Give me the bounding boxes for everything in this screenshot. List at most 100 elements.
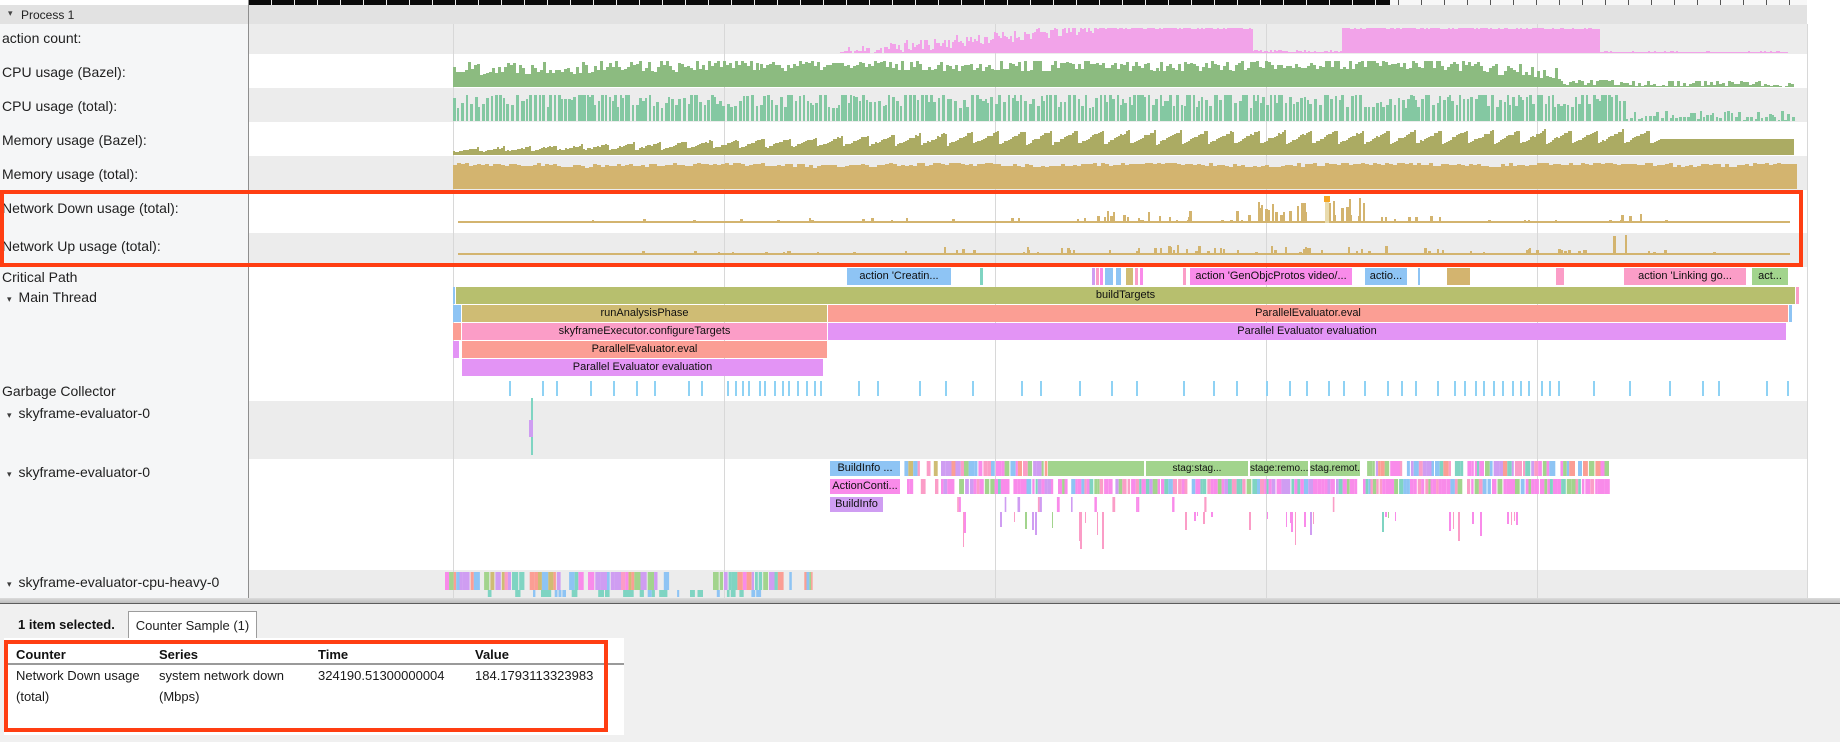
- trace-sliver[interactable]: [974, 461, 977, 476]
- trace-sliver[interactable]: [445, 572, 449, 590]
- trace-sliver[interactable]: [1136, 479, 1139, 494]
- trace-sliver[interactable]: [1471, 461, 1473, 476]
- trace-sliver[interactable]: [1471, 479, 1473, 494]
- trace-sliver[interactable]: [747, 572, 752, 590]
- trace-sliver[interactable]: [1585, 479, 1590, 494]
- trace-sliver[interactable]: [621, 572, 625, 590]
- trace-sliver[interactable]: [1363, 479, 1366, 494]
- trace-sliver[interactable]: [1257, 479, 1260, 494]
- trace-sliver[interactable]: [1119, 479, 1123, 494]
- trace-sliver[interactable]: [664, 572, 669, 590]
- trace-sliver[interactable]: [1376, 461, 1378, 476]
- trace-span[interactable]: [1135, 268, 1138, 285]
- trace-sliver[interactable]: [1168, 479, 1173, 494]
- trace-sliver[interactable]: [990, 479, 994, 494]
- trace-sliver[interactable]: [1583, 461, 1588, 476]
- trace-sliver[interactable]: [1047, 479, 1051, 494]
- trace-sliver[interactable]: [1005, 479, 1010, 494]
- trace-span[interactable]: [1140, 268, 1143, 285]
- trace-sliver[interactable]: [490, 572, 494, 590]
- trace-sliver[interactable]: [1467, 479, 1470, 494]
- trace-sliver[interactable]: [631, 572, 634, 590]
- trace-sliver[interactable]: [1366, 479, 1369, 494]
- trace-sliver[interactable]: [1025, 479, 1027, 494]
- trace-sliver[interactable]: [1195, 479, 1200, 494]
- trace-sliver[interactable]: [957, 497, 959, 512]
- trace-span[interactable]: skyframeExecutor.configureTargets: [462, 323, 827, 340]
- trace-sliver[interactable]: [1158, 479, 1160, 494]
- trace-sliver[interactable]: [555, 590, 558, 597]
- trace-sliver[interactable]: [1507, 461, 1512, 476]
- trace-sliver[interactable]: [605, 590, 610, 597]
- trace-sliver[interactable]: [1040, 497, 1042, 512]
- trace-sliver[interactable]: [1525, 461, 1530, 476]
- trace-sliver[interactable]: [557, 572, 561, 590]
- trace-sliver[interactable]: [713, 572, 719, 590]
- trace-sliver[interactable]: [1078, 479, 1082, 494]
- trace-sliver[interactable]: [598, 590, 604, 597]
- trace-sliver[interactable]: [941, 461, 946, 476]
- trace-sliver[interactable]: [1115, 479, 1118, 494]
- trace-sliver[interactable]: [1286, 479, 1290, 494]
- trace-sliver[interactable]: [1567, 461, 1569, 476]
- trace-sliver[interactable]: [1535, 479, 1539, 494]
- trace-sliver[interactable]: [1477, 461, 1479, 476]
- trace-sliver[interactable]: [454, 572, 456, 590]
- trace-sliver[interactable]: [717, 590, 720, 597]
- trace-sliver[interactable]: [965, 479, 969, 494]
- trace-sliver[interactable]: [934, 461, 938, 476]
- trace-sliver[interactable]: [1390, 461, 1396, 476]
- trace-sliver[interactable]: [641, 572, 647, 590]
- trace-sliver[interactable]: [546, 590, 551, 597]
- trace-sliver[interactable]: [1396, 461, 1400, 476]
- trace-sliver[interactable]: [1200, 479, 1202, 494]
- trace-tick[interactable]: [529, 420, 533, 437]
- trace-sliver[interactable]: [729, 572, 732, 590]
- trace-sliver[interactable]: [1036, 479, 1038, 494]
- trace-sliver[interactable]: [1373, 461, 1375, 476]
- trace-span[interactable]: BuildInfo ...: [830, 461, 900, 476]
- trace-sliver[interactable]: [927, 461, 931, 476]
- trace-sliver[interactable]: [910, 479, 914, 494]
- trace-sliver[interactable]: [1100, 479, 1104, 494]
- trace-sliver[interactable]: [1240, 479, 1242, 494]
- trace-sliver[interactable]: [1531, 461, 1534, 476]
- trace-sliver[interactable]: [508, 572, 511, 590]
- trace-sliver[interactable]: [1001, 479, 1005, 494]
- trace-sliver[interactable]: [1104, 479, 1108, 494]
- trace-sliver[interactable]: [1013, 479, 1017, 494]
- trace-sliver[interactable]: [1479, 461, 1484, 476]
- trace-sliver[interactable]: [1122, 479, 1126, 494]
- trace-sliver[interactable]: [1182, 479, 1185, 494]
- trace-sliver[interactable]: [1512, 461, 1514, 476]
- trace-sliver[interactable]: [460, 572, 463, 590]
- trace-sliver[interactable]: [1313, 479, 1317, 494]
- trace-sliver[interactable]: [1414, 461, 1419, 476]
- trace-sliver[interactable]: [1267, 479, 1269, 494]
- trace-sliver[interactable]: [1490, 461, 1493, 476]
- trace-sliver[interactable]: [1294, 479, 1297, 494]
- trace-sliver[interactable]: [1449, 461, 1451, 476]
- trace-sliver[interactable]: [690, 590, 695, 597]
- trace-span[interactable]: runAnalysisPhase: [462, 305, 827, 322]
- trace-sliver[interactable]: [1354, 479, 1357, 494]
- trace-sliver[interactable]: [1228, 479, 1232, 494]
- trace-sliver[interactable]: [569, 572, 575, 590]
- trace-span[interactable]: action 'Creatin...: [847, 268, 951, 285]
- trace-sliver[interactable]: [1515, 461, 1520, 476]
- trace-sliver[interactable]: [1018, 497, 1021, 512]
- trace-sliver[interactable]: [809, 572, 811, 590]
- trace-sliver[interactable]: [578, 572, 583, 590]
- trace-sliver[interactable]: [1325, 479, 1328, 494]
- trace-sliver[interactable]: [1488, 479, 1491, 494]
- trace-sliver[interactable]: [474, 572, 480, 590]
- trace-sliver[interactable]: [732, 572, 738, 590]
- trace-sliver[interactable]: [1436, 479, 1439, 494]
- trace-sliver[interactable]: [1426, 461, 1431, 476]
- trace-span[interactable]: ParallelEvaluator.eval: [462, 341, 827, 358]
- trace-span[interactable]: [1447, 268, 1470, 285]
- trace-sliver[interactable]: [1065, 479, 1068, 494]
- trace-sliver[interactable]: [1041, 479, 1044, 494]
- trace-sliver[interactable]: [502, 572, 505, 590]
- trace-sliver[interactable]: [1304, 479, 1308, 494]
